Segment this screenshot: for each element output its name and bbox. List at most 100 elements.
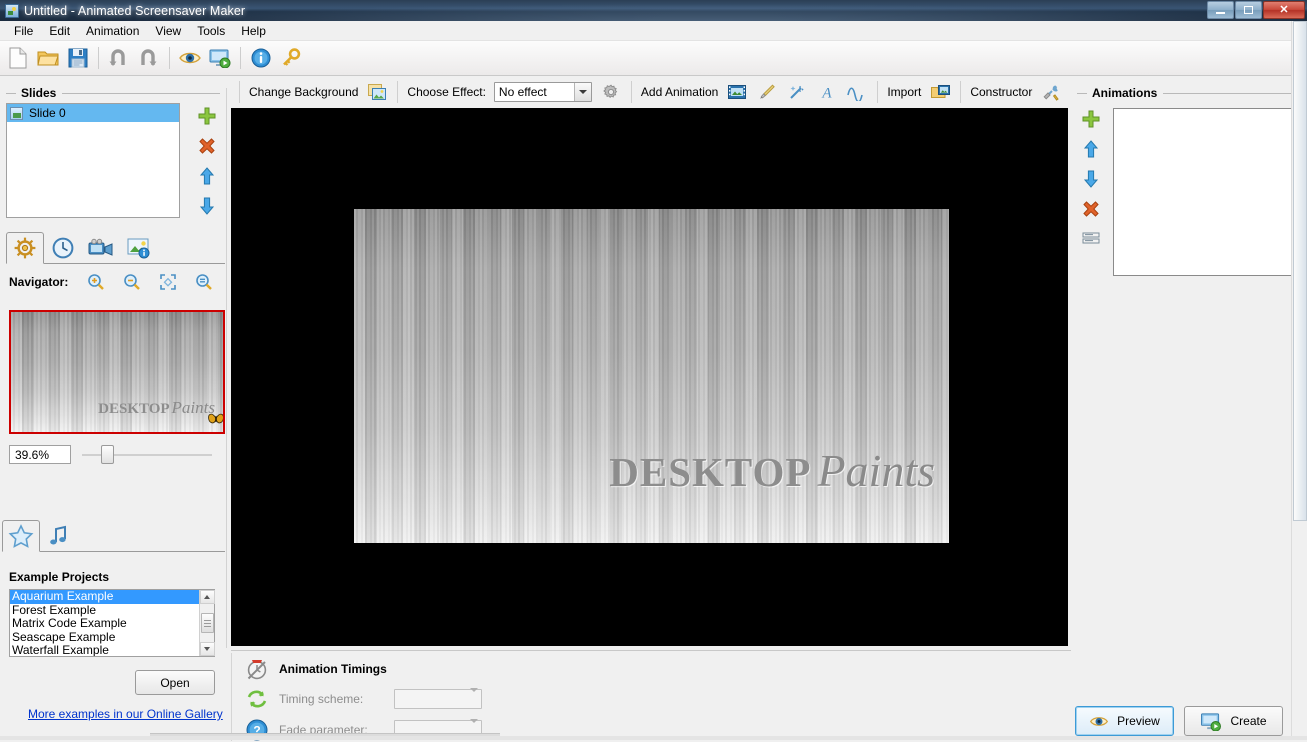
move-animation-down-button[interactable] bbox=[1080, 168, 1102, 190]
save-button[interactable] bbox=[64, 44, 92, 72]
change-background-button[interactable] bbox=[366, 81, 388, 103]
close-button[interactable]: ✕ bbox=[1263, 1, 1305, 19]
tab-video[interactable] bbox=[82, 232, 120, 264]
add-slide-button[interactable] bbox=[196, 105, 218, 127]
slides-list[interactable]: Slide 0 bbox=[6, 103, 180, 218]
tab-image-info[interactable] bbox=[120, 232, 158, 264]
add-animation-wave-button[interactable] bbox=[846, 81, 868, 103]
menu-help[interactable]: Help bbox=[233, 22, 274, 40]
effect-select[interactable]: No effect bbox=[493, 82, 592, 102]
music-note-icon bbox=[50, 525, 66, 545]
menu-view[interactable]: View bbox=[147, 22, 189, 40]
import-button[interactable] bbox=[929, 81, 951, 103]
about-button[interactable] bbox=[247, 44, 275, 72]
window-controls: ✕ bbox=[1207, 1, 1305, 19]
window-title: Untitled - Animated Screensaver Maker bbox=[24, 3, 246, 18]
timing-scheme-select[interactable] bbox=[394, 688, 482, 709]
tab-music[interactable] bbox=[40, 520, 78, 552]
add-animation-button[interactable] bbox=[1080, 108, 1102, 130]
delete-slide-button[interactable] bbox=[196, 135, 218, 157]
list-item[interactable]: Aquarium Example bbox=[10, 590, 199, 604]
maximize-button[interactable] bbox=[1235, 1, 1262, 19]
example-projects-title: Example Projects bbox=[9, 570, 110, 584]
redo-button[interactable] bbox=[135, 44, 163, 72]
tab-general[interactable] bbox=[6, 232, 44, 264]
actual-size-button[interactable] bbox=[193, 272, 215, 292]
open-button[interactable] bbox=[34, 44, 62, 72]
navigator-thumbnail[interactable]: DESKTOP Paints bbox=[9, 310, 225, 434]
slide-list-item[interactable]: Slide 0 bbox=[7, 104, 179, 122]
choose-effect-label: Choose Effect: bbox=[407, 85, 486, 99]
list-item[interactable]: Seascape Example bbox=[10, 630, 199, 645]
list-item[interactable]: Matrix Code Example bbox=[10, 616, 199, 631]
tab-example-projects[interactable] bbox=[2, 520, 40, 552]
example-projects-items: Aquarium Example Forest Example Matrix C… bbox=[10, 590, 199, 656]
menu-animation[interactable]: Animation bbox=[78, 22, 147, 40]
tab-timing[interactable] bbox=[44, 232, 82, 264]
add-animation-text-button[interactable]: A bbox=[816, 81, 838, 103]
new-button[interactable] bbox=[4, 44, 32, 72]
move-slide-down-button[interactable] bbox=[196, 195, 218, 217]
list-item[interactable]: Waterfall Example bbox=[10, 643, 199, 656]
create-screen-icon bbox=[1201, 712, 1222, 731]
constructor-label: Constructor bbox=[970, 85, 1033, 99]
animation-list-button[interactable] bbox=[1080, 228, 1102, 250]
save-disk-icon bbox=[68, 48, 88, 68]
preview-button[interactable] bbox=[176, 44, 204, 72]
timings-disabled-icon bbox=[247, 660, 267, 680]
window-bottom-edge bbox=[0, 736, 1307, 740]
online-gallery-link[interactable]: More examples in our Online Gallery bbox=[28, 707, 223, 721]
scroll-down-button[interactable] bbox=[199, 642, 215, 656]
add-animation-group: Add Animation A bbox=[641, 81, 868, 103]
slide-canvas[interactable]: DESKTOP Paints bbox=[354, 209, 949, 543]
window-vertical-scrollbar[interactable] bbox=[1291, 21, 1307, 740]
minimize-button[interactable] bbox=[1207, 1, 1234, 19]
constructor-button[interactable] bbox=[1040, 81, 1062, 103]
open-example-button[interactable]: Open bbox=[135, 670, 215, 695]
menu-tools[interactable]: Tools bbox=[189, 22, 233, 40]
filmstrip-icon bbox=[728, 85, 747, 99]
scroll-up-button[interactable] bbox=[199, 590, 215, 604]
butterfly-icon bbox=[947, 477, 949, 511]
add-animation-effect-button[interactable] bbox=[786, 81, 808, 103]
preview-stage[interactable]: DESKTOP Paints bbox=[231, 108, 1068, 646]
zoom-level-input[interactable]: 39.6% bbox=[9, 445, 71, 464]
add-animation-brush-button[interactable] bbox=[756, 81, 778, 103]
plus-icon bbox=[198, 107, 216, 125]
registration-button[interactable] bbox=[277, 44, 305, 72]
add-animation-sprite-button[interactable] bbox=[726, 81, 748, 103]
move-animation-up-button[interactable] bbox=[1080, 138, 1102, 160]
move-slide-up-button[interactable] bbox=[196, 165, 218, 187]
menu-file[interactable]: File bbox=[6, 22, 41, 40]
create-action-button[interactable]: Create bbox=[1184, 706, 1283, 736]
redo-icon bbox=[141, 49, 157, 66]
action-buttons: Preview Create bbox=[1075, 706, 1283, 736]
effect-settings-button[interactable] bbox=[600, 81, 622, 103]
create-screensaver-button[interactable] bbox=[206, 44, 234, 72]
vertical-scrollbar-thumb[interactable] bbox=[1293, 21, 1307, 521]
animations-list[interactable] bbox=[1113, 108, 1296, 276]
magnifier-plus-icon bbox=[88, 274, 104, 290]
scrollbar-thumb[interactable] bbox=[200, 613, 214, 633]
example-projects-list[interactable]: Aquarium Example Forest Example Matrix C… bbox=[9, 589, 215, 657]
zoom-slider-thumb[interactable] bbox=[101, 445, 114, 464]
undo-button[interactable] bbox=[105, 44, 133, 72]
picture-info-icon bbox=[127, 238, 150, 259]
preview-action-button[interactable]: Preview bbox=[1075, 706, 1174, 736]
menu-edit[interactable]: Edit bbox=[41, 22, 78, 40]
butterfly-icon bbox=[208, 413, 223, 424]
example-projects-scrollbar[interactable] bbox=[199, 590, 215, 656]
zoom-out-button[interactable] bbox=[121, 272, 143, 292]
plus-icon bbox=[1082, 110, 1100, 128]
navigator-buttons bbox=[85, 272, 215, 292]
menu-bar: File Edit Animation View Tools Help bbox=[0, 21, 1307, 41]
fit-to-window-button[interactable] bbox=[157, 272, 179, 292]
timings-left-rule bbox=[231, 653, 232, 741]
change-background-group: Change Background bbox=[249, 81, 388, 103]
zoom-in-button[interactable] bbox=[85, 272, 107, 292]
zoom-slider[interactable] bbox=[82, 445, 212, 464]
list-item[interactable]: Forest Example bbox=[10, 603, 199, 618]
delete-animation-button[interactable] bbox=[1080, 198, 1102, 220]
main-toolbar bbox=[0, 41, 1307, 76]
magic-wand-icon bbox=[790, 85, 804, 99]
